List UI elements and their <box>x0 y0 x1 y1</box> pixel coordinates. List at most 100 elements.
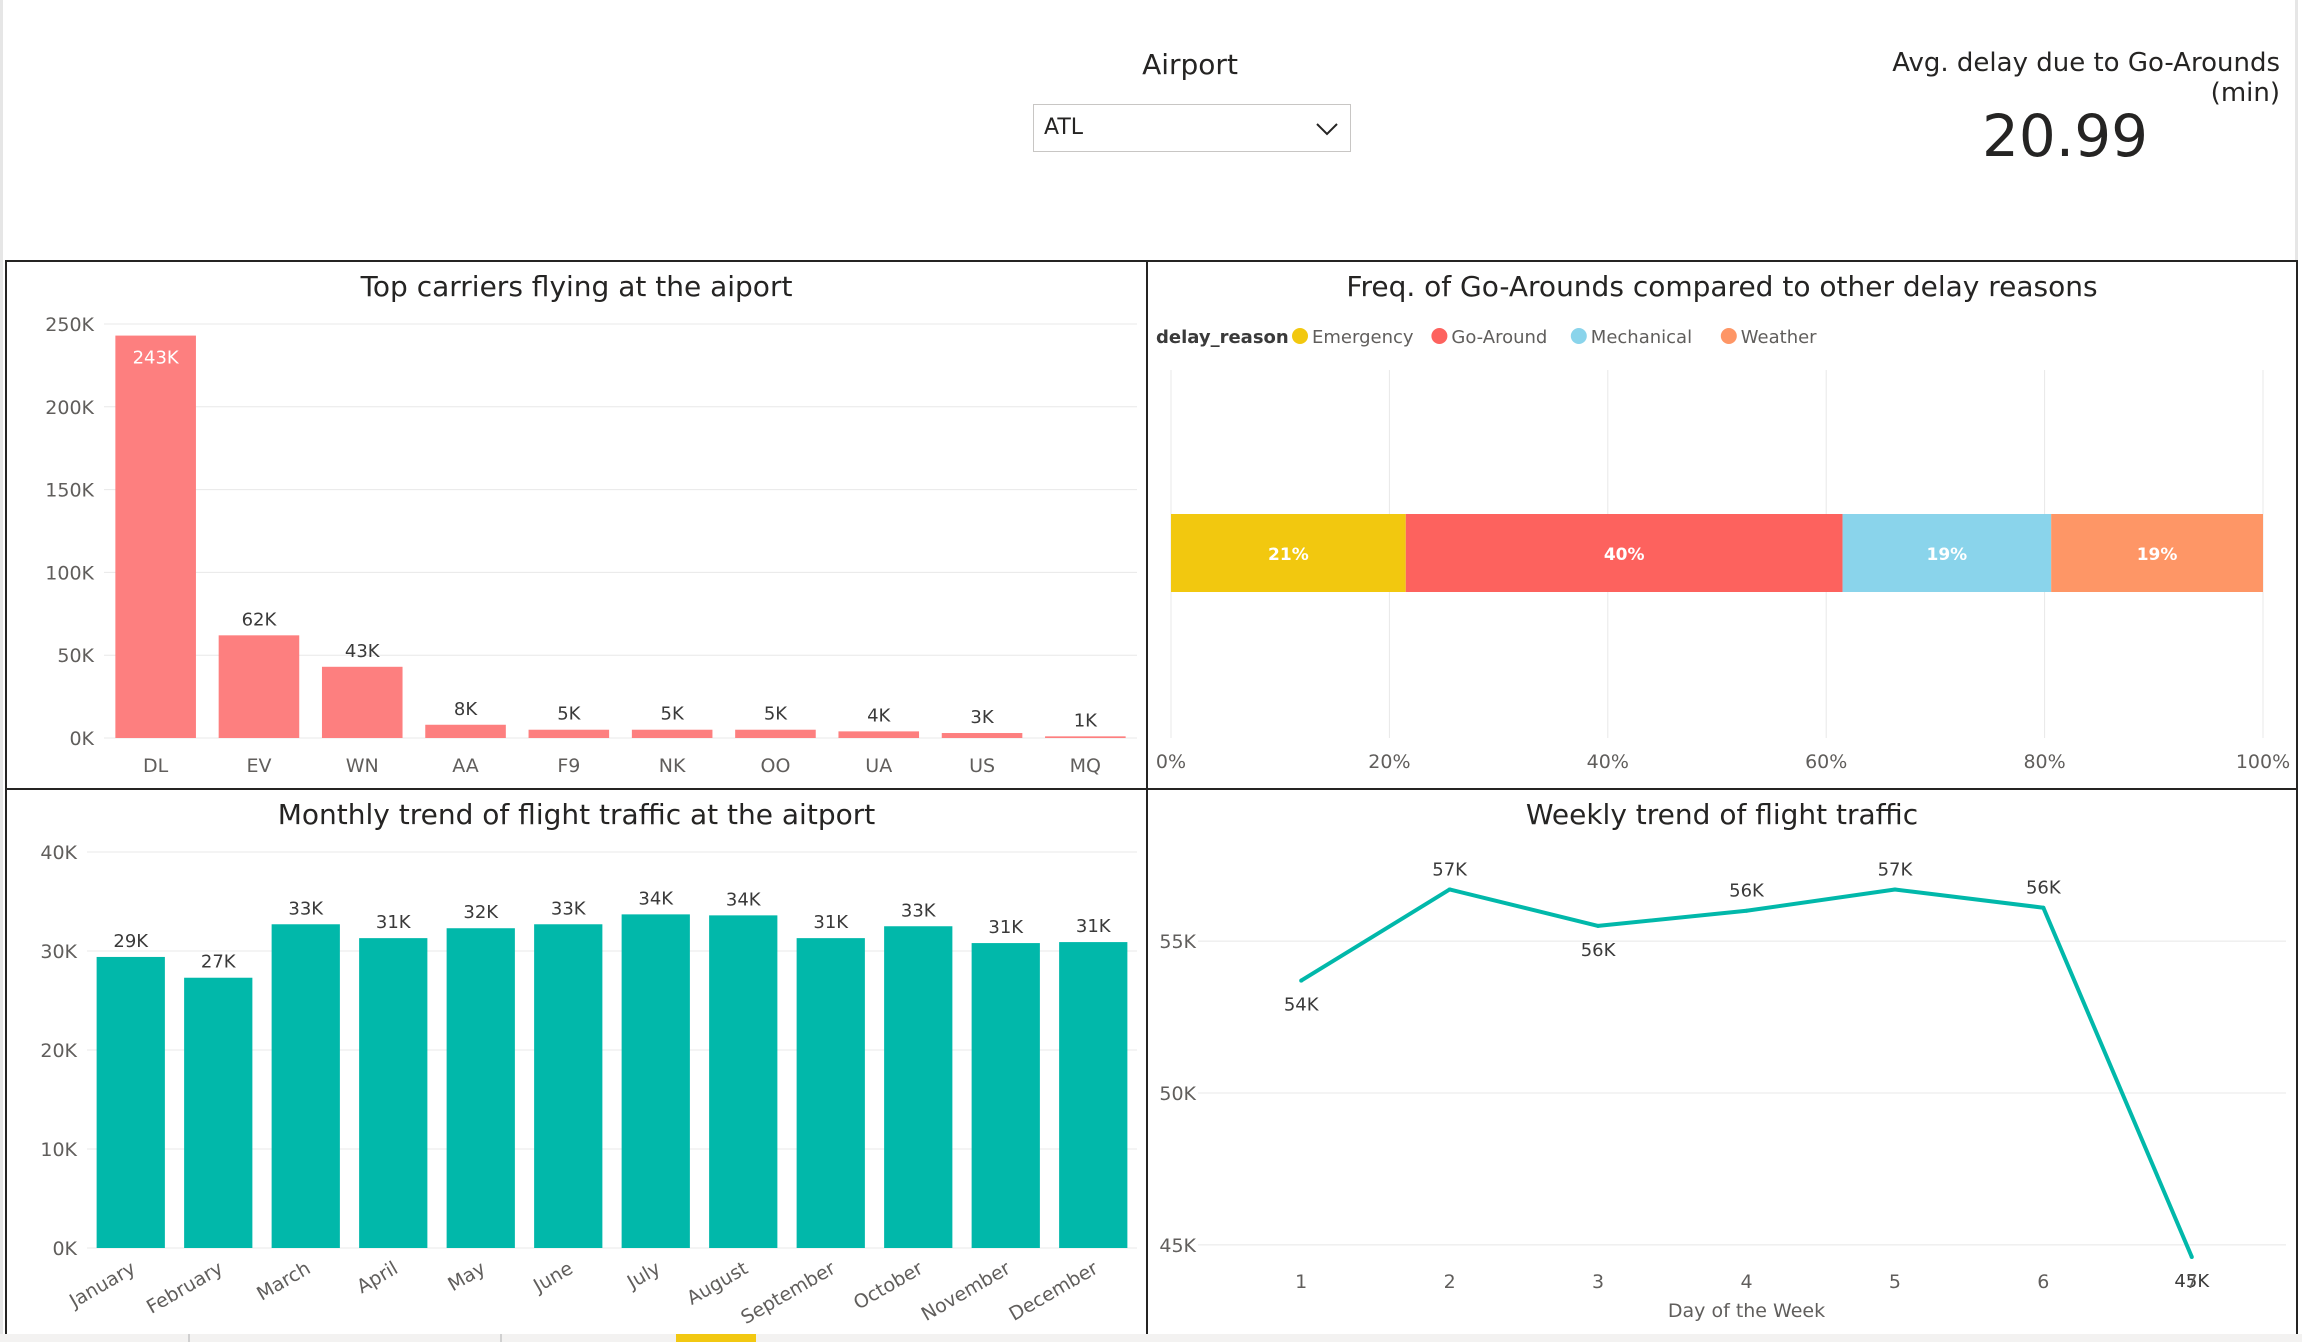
x-tick-label: WN <box>346 755 379 777</box>
x-tick-label: February <box>143 1257 227 1318</box>
series-line <box>1300 887 2194 1258</box>
legend-marker <box>1720 328 1737 344</box>
bar <box>321 666 403 738</box>
bar <box>528 729 610 738</box>
legend-item: Go-Around <box>1451 327 1547 348</box>
data-label: 56K <box>2026 878 2062 899</box>
y-tick-label: 0K <box>52 1238 77 1260</box>
y-tick-label: 40K <box>40 842 77 864</box>
x-tick-label: UA <box>865 755 892 777</box>
bar <box>941 733 1023 738</box>
kpi-title: Avg. delay due to Go-Arounds (min) <box>1892 48 2280 108</box>
x-tick-label: 40% <box>1587 751 1629 773</box>
legend-item: Mechanical <box>1591 327 1692 348</box>
x-tick-label: July <box>623 1257 664 1294</box>
data-label: 31K <box>813 912 849 933</box>
bar <box>709 915 778 1248</box>
x-tick-label: March <box>253 1257 314 1305</box>
data-label: 32K <box>463 902 499 923</box>
x-tick-label: 60% <box>1805 751 1847 773</box>
delay-reasons-chart-panel[interactable]: Freq. of Go-Arounds compared to other de… <box>1146 260 2298 790</box>
x-tick-label: 7 <box>2186 1271 2198 1293</box>
bar <box>425 724 506 738</box>
data-label: 56K <box>1729 881 1765 902</box>
y-tick-label: 10K <box>40 1139 77 1161</box>
page-tab-bar <box>0 1334 2302 1342</box>
data-label: 33K <box>288 898 324 919</box>
y-tick-label: 55K <box>1159 931 1196 953</box>
y-tick-label: 100K <box>45 562 94 584</box>
bar <box>971 943 1040 1248</box>
data-label: 57K <box>1432 859 1468 880</box>
y-tick-label: 250K <box>45 314 94 336</box>
airport-dropdown[interactable]: ATL <box>1033 104 1351 152</box>
data-point <box>1447 887 1452 892</box>
data-label: 3K <box>970 707 994 728</box>
x-axis-title: Day of the Week <box>1668 1300 1825 1322</box>
x-tick-label: 6 <box>2037 1271 2049 1293</box>
y-tick-label: 0K <box>69 728 94 750</box>
legend-title: delay_reason <box>1156 327 1289 348</box>
bar <box>1045 736 1126 738</box>
data-label: 33K <box>901 900 937 921</box>
active-tab-indicator[interactable] <box>676 1334 756 1342</box>
x-tick-label: 1 <box>1295 1271 1307 1293</box>
x-tick-label: April <box>353 1257 402 1298</box>
x-tick-label: 100% <box>2236 751 2290 773</box>
bar <box>735 729 816 738</box>
bar <box>218 635 300 738</box>
legend-marker <box>1292 328 1308 344</box>
data-label: 5K <box>557 704 581 725</box>
data-label: 243K <box>133 348 180 369</box>
data-label: 54K <box>1284 995 1320 1016</box>
data-label: 31K <box>376 912 412 933</box>
data-label: 56K <box>1581 940 1617 961</box>
data-label: 8K <box>454 699 478 720</box>
data-label: 27K <box>201 952 237 973</box>
data-label: 62K <box>242 609 278 630</box>
monthly-traffic-chart-panel[interactable]: Monthly trend of flight traffic at the a… <box>5 788 1148 1336</box>
x-tick-label: September <box>737 1257 839 1329</box>
data-label: 43K <box>345 641 381 662</box>
y-tick-label: 30K <box>40 941 77 963</box>
y-tick-label: 150K <box>45 480 94 502</box>
x-tick-label: 3 <box>1592 1271 1604 1293</box>
weekly-traffic-chart-panel[interactable]: Weekly trend of flight traffic 45K 50K 55K… <box>1146 788 2298 1336</box>
x-tick-label: NK <box>659 755 686 777</box>
y-tick-label: 50K <box>1159 1083 1196 1105</box>
x-tick-label: October <box>850 1257 927 1314</box>
data-point <box>1299 978 1304 983</box>
bar <box>115 335 196 738</box>
carriers-chart-panel[interactable]: Top carriers flying at the aiport 0K 50K 1… <box>5 260 1148 790</box>
x-tick-label: US <box>969 755 995 777</box>
bar <box>96 956 165 1248</box>
data-point <box>1596 923 1601 928</box>
tab-separator <box>500 1334 502 1342</box>
legend-item: Weather <box>1741 327 1817 348</box>
x-tick-label: January <box>65 1257 139 1313</box>
bar <box>884 926 953 1248</box>
legend-marker <box>1431 328 1448 344</box>
data-label: 40% <box>1604 545 1645 565</box>
bar <box>631 729 713 738</box>
x-tick-label: 4 <box>1740 1271 1752 1293</box>
data-label: 5K <box>764 704 788 725</box>
carriers-bar-chart: 0K 50K 100K 150K 200K 250K 243K DL 62K EV 43K WN 8K A… <box>45 314 1137 777</box>
x-tick-label: 2 <box>1444 1271 1456 1293</box>
tab-separator <box>188 1334 190 1342</box>
airport-selected-value: ATL <box>1044 115 1084 140</box>
bar <box>271 924 340 1248</box>
x-tick-label: EV <box>246 755 271 777</box>
x-tick-label: May <box>444 1257 489 1296</box>
legend-marker <box>1570 328 1587 344</box>
chevron-down-icon[interactable] <box>1312 115 1342 143</box>
data-label: 29K <box>113 931 149 952</box>
x-tick-label: DL <box>143 755 169 777</box>
bar <box>534 924 603 1248</box>
data-label: 31K <box>988 917 1024 938</box>
data-label: 57K <box>1878 859 1914 880</box>
data-point <box>2041 905 2046 910</box>
data-label: 4K <box>867 705 891 726</box>
data-label: 21% <box>1268 545 1309 565</box>
bar <box>184 977 253 1248</box>
